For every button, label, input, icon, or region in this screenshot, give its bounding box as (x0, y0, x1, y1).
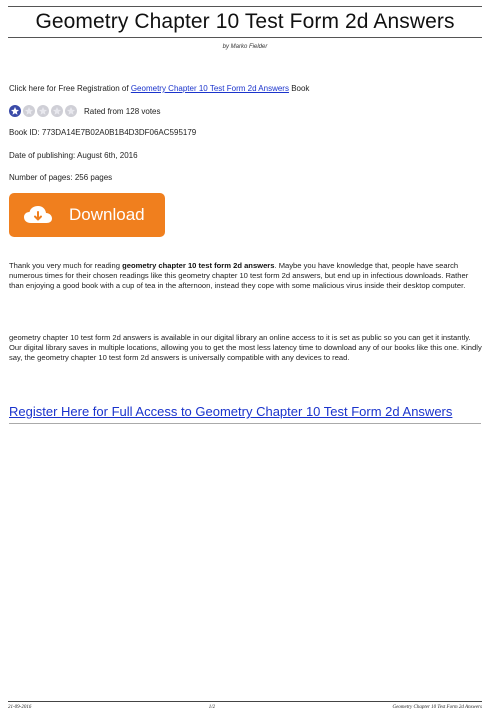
title-bar: Geometry Chapter 10 Test Form 2d Answers (8, 6, 482, 38)
availability-paragraph: geometry chapter 10 test form 2d answers… (9, 333, 482, 363)
intro-prefix: Thank you very much for reading (9, 261, 123, 270)
intro-bold: geometry chapter 10 test form 2d answers (122, 261, 275, 270)
registration-prefix: Click here for Free Registration of (9, 84, 131, 93)
byline: by Marko Fielder (222, 44, 268, 50)
footer-date: 21-09-2016 (8, 705, 32, 710)
star-icon[interactable] (51, 105, 63, 117)
cloud-download-icon (24, 206, 52, 223)
footer-title: Geometry Chapter 10 Test Form 2d Answers (392, 705, 482, 710)
page-title: Geometry Chapter 10 Test Form 2d Answers (35, 10, 455, 33)
registration-line: Click here for Free Registration of Geom… (9, 84, 309, 93)
registration-suffix: Book (288, 84, 310, 93)
intro-paragraph: Thank you very much for reading geometry… (9, 261, 484, 292)
star-icon[interactable] (9, 105, 21, 117)
download-label: Download (69, 205, 145, 224)
star-icon[interactable] (23, 105, 35, 117)
star-icon[interactable] (65, 105, 77, 117)
register-link[interactable]: Register Here for Full Access to Geometr… (9, 404, 490, 419)
registration-link[interactable]: Geometry Chapter 10 Test Form 2d Answers (131, 84, 289, 93)
book-id: Book ID: 773DA14E7B02A0B1B4D3DF06AC59517… (9, 128, 197, 137)
publish-date: Date of publishing: August 6th, 2016 (9, 151, 138, 160)
page-count: Number of pages: 256 pages (9, 173, 113, 182)
footer-page: 1/2 (208, 705, 216, 710)
star-icon[interactable] (37, 105, 49, 117)
page-footer: 21-09-2016 1/2 Geometry Chapter 10 Test … (8, 701, 482, 710)
rating-text: Rated from 128 votes (84, 106, 161, 116)
divider (9, 423, 481, 424)
download-button[interactable]: Download (9, 193, 165, 237)
rating: Rated from 128 votes (9, 105, 160, 117)
